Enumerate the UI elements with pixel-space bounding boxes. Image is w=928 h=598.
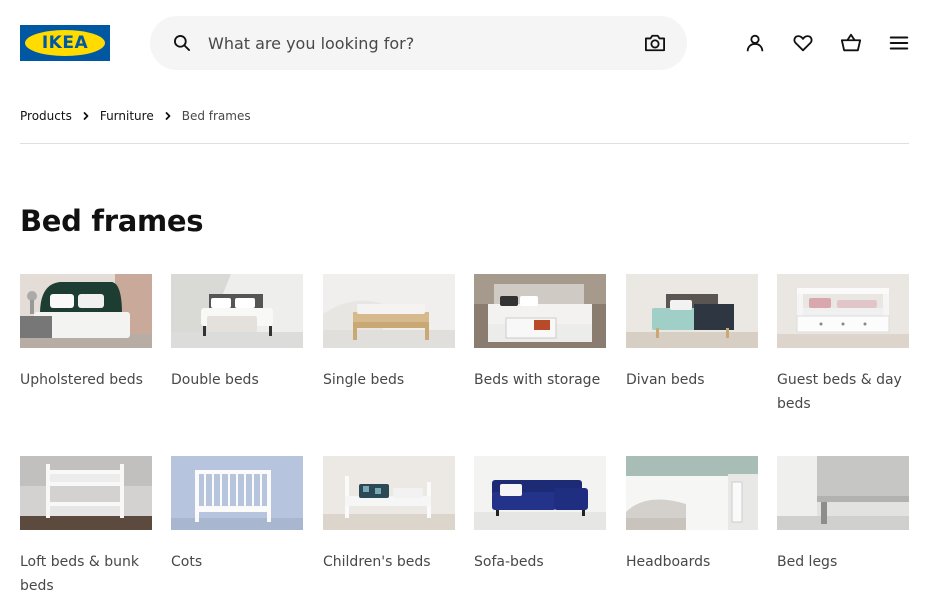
bed-legs-image (777, 456, 909, 530)
sofa-bed-image (474, 456, 606, 530)
category-label: Cots (171, 554, 203, 570)
breadcrumb: Products Furniture Bed frames (20, 108, 251, 124)
category-label: Sofa-beds (474, 554, 544, 570)
category-card-headboards[interactable]: Headboards (626, 456, 758, 574)
site-header: IKEA (0, 0, 928, 86)
category-card-divan-beds[interactable]: Divan beds (626, 274, 758, 392)
category-card-guest-beds[interactable]: Guest beds & day beds (777, 274, 909, 416)
category-card-single-beds[interactable]: Single beds (323, 274, 455, 392)
category-label: Loft beds & bunk beds (20, 554, 139, 594)
category-label: Divan beds (626, 372, 705, 388)
category-label: Beds with storage (474, 372, 601, 388)
chevron-right-icon (83, 112, 89, 120)
camera-icon[interactable] (644, 33, 666, 53)
loft-bed-image (20, 456, 152, 530)
search-bar[interactable] (150, 16, 687, 70)
headboard-image (626, 456, 758, 530)
category-card-loft-beds[interactable]: Loft beds & bunk beds (20, 456, 152, 598)
logo-oval: IKEA (25, 30, 105, 56)
divider (20, 143, 909, 144)
page-title: Bed frames (20, 204, 204, 238)
ikea-logo[interactable]: IKEA (20, 25, 110, 61)
category-card-cots[interactable]: Cots (171, 456, 303, 574)
user-icon[interactable] (744, 32, 766, 54)
category-card-double-beds[interactable]: Double beds (171, 274, 303, 392)
logo-text: IKEA (41, 33, 89, 53)
breadcrumb-bed-frames: Bed frames (181, 109, 251, 123)
chevron-right-icon (165, 112, 171, 120)
category-card-sofa-beds[interactable]: Sofa-beds (474, 456, 606, 574)
category-label: Single beds (323, 372, 405, 388)
storage-bed-image (474, 274, 606, 348)
upholstered-bed-image (20, 274, 152, 348)
category-label: Children's beds (323, 554, 431, 570)
single-bed-image (323, 274, 455, 348)
category-card-bed-legs[interactable]: Bed legs (777, 456, 909, 574)
category-label: Upholstered beds (20, 372, 143, 388)
double-bed-image (171, 274, 303, 348)
guest-bed-image (777, 274, 909, 348)
cot-image (171, 456, 303, 530)
breadcrumb-products[interactable]: Products (20, 109, 72, 123)
breadcrumb-furniture[interactable]: Furniture (100, 109, 154, 123)
category-label: Double beds (171, 372, 259, 388)
category-card-beds-with-storage[interactable]: Beds with storage (474, 274, 606, 392)
category-card-upholstered-beds[interactable]: Upholstered beds (20, 274, 152, 392)
search-input[interactable] (208, 16, 628, 70)
search-icon[interactable] (172, 33, 192, 53)
category-label: Guest beds & day beds (777, 372, 902, 412)
category-label: Headboards (626, 554, 711, 570)
basket-icon[interactable] (840, 32, 862, 54)
divan-bed-image (626, 274, 758, 348)
heart-icon[interactable] (792, 32, 814, 54)
menu-icon[interactable] (888, 32, 910, 54)
category-card-childrens-beds[interactable]: Children's beds (323, 456, 455, 574)
category-label: Bed legs (777, 554, 838, 570)
childrens-bed-image (323, 456, 455, 530)
